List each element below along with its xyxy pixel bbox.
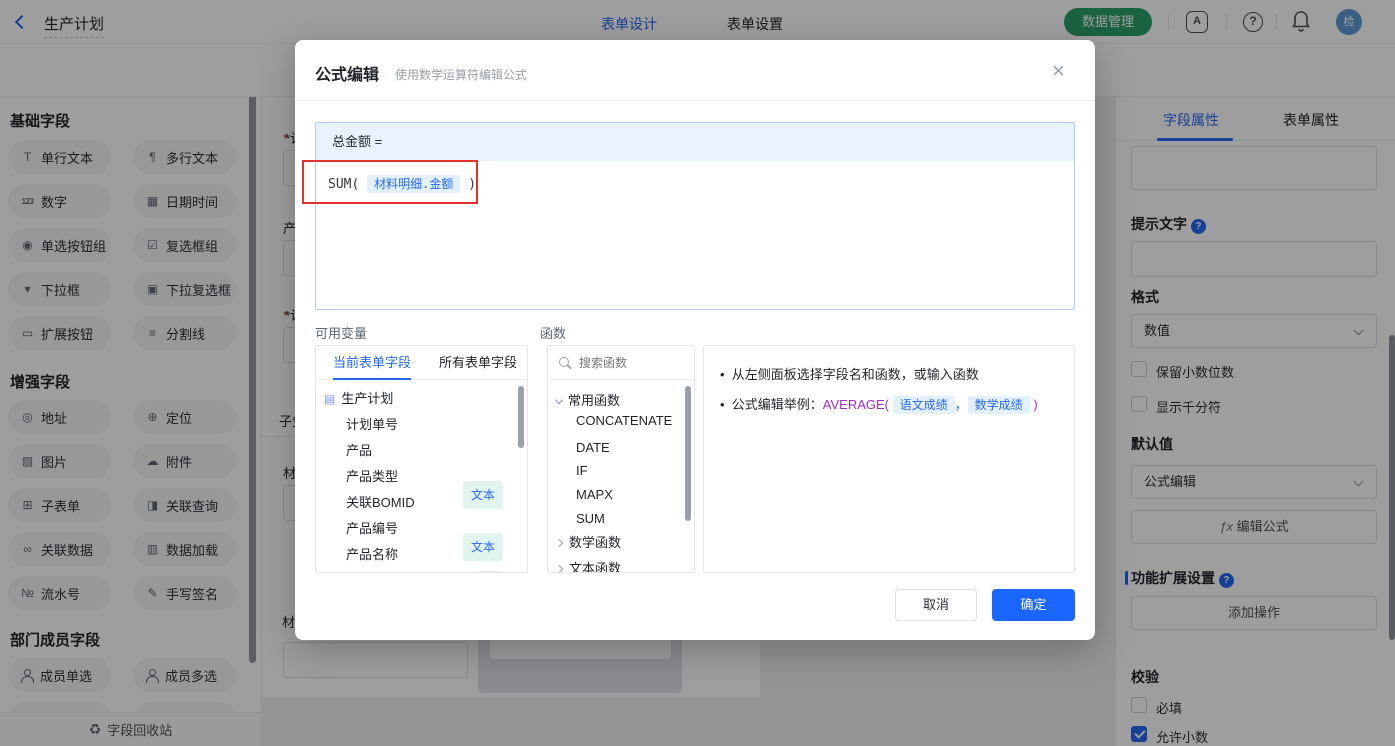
- function-group-math[interactable]: 数学函数: [548, 530, 694, 556]
- tab-current-form-fields[interactable]: 当前表单字段: [333, 346, 412, 380]
- function-item[interactable]: MAPX: [576, 487, 613, 502]
- chevron-down-icon: [554, 395, 564, 405]
- function-item[interactable]: IF: [576, 463, 588, 478]
- function-item[interactable]: CONCATENATE: [576, 413, 672, 428]
- variable-tree-root[interactable]: ▤ 生产计划: [316, 386, 527, 412]
- variable-row[interactable]: 关联BOMID文本: [316, 490, 527, 516]
- functions-label: 函数: [540, 326, 567, 341]
- divider: [295, 100, 1095, 101]
- formula-edit-modal: 公式编辑 使用数学运算符编辑公式 × 总金额 = SUM( 材料明细.金额 ) …: [295, 40, 1095, 640]
- modal-title: 公式编辑: [315, 67, 380, 84]
- functions-panel: 常用函数 CONCATENATE DATE IF MAPX SUM 数学函数 文…: [547, 345, 695, 573]
- formula-editor[interactable]: 总金额 = SUM( 材料明细.金额 ): [315, 122, 1075, 310]
- tip-line-2: • 公式编辑举例：AVERAGE( 语文成绩，数学成绩 ): [720, 396, 1038, 414]
- average-function-text: AVERAGE(: [822, 397, 890, 412]
- tips-panel: • 从左侧面板选择字段名和函数，或输入函数 • 公式编辑举例：AVERAGE( …: [703, 345, 1075, 573]
- variables-panel: 当前表单字段 所有表单字段 ▤生产计划 计划单号文本 产品文本 产品类型文本 关…: [315, 345, 528, 573]
- variables-label: 可用变量: [315, 326, 368, 341]
- variable-row[interactable]: 产品类型文本: [316, 464, 527, 490]
- functions-scrollbar[interactable]: [685, 386, 691, 521]
- tab-all-form-fields[interactable]: 所有表单字段: [439, 346, 517, 380]
- annotation-red-box: [302, 160, 478, 204]
- function-item[interactable]: SUM: [576, 511, 605, 526]
- function-item[interactable]: DATE: [576, 440, 610, 455]
- variables-tabs: 当前表单字段 所有表单字段: [316, 346, 527, 380]
- function-group-text[interactable]: 文本函数: [548, 556, 694, 572]
- variable-row[interactable]: 产品名称文本: [316, 542, 527, 568]
- form-doc-icon: ▤: [324, 392, 336, 406]
- function-search[interactable]: [548, 346, 694, 380]
- variable-row[interactable]: 产品 文本: [316, 438, 527, 561]
- modal-subtitle: 使用数学运算符编辑公式: [395, 68, 528, 82]
- function-group-common[interactable]: 常用函数: [548, 388, 694, 414]
- formula-target: 总金额 =: [316, 123, 1074, 161]
- example-chip: 数学成绩: [967, 396, 1030, 414]
- field-type-badge-clipped: [476, 571, 503, 572]
- app-root: 生产计划 表单设计 表单设置 数据管理 A ? 检 ⊘ 表单外链 ⊠ 后端脚本 …: [0, 0, 1395, 746]
- function-search-input[interactable]: [579, 355, 674, 370]
- variable-row[interactable]: 产品编号文本: [316, 516, 527, 542]
- search-icon: [558, 356, 572, 370]
- cancel-button[interactable]: 取消: [895, 589, 977, 621]
- chevron-right-icon: [554, 564, 564, 572]
- variables-scrollbar[interactable]: [518, 386, 524, 448]
- variable-row[interactable]: 计划单号 文本: [316, 412, 527, 509]
- confirm-button[interactable]: 确定: [992, 589, 1075, 621]
- tip-line-1: • 从左侧面板选择字段名和函数，或输入函数: [720, 367, 979, 382]
- chevron-right-icon: [554, 538, 564, 548]
- close-icon[interactable]: ×: [1052, 60, 1065, 82]
- example-chip: 语文成绩: [892, 396, 955, 414]
